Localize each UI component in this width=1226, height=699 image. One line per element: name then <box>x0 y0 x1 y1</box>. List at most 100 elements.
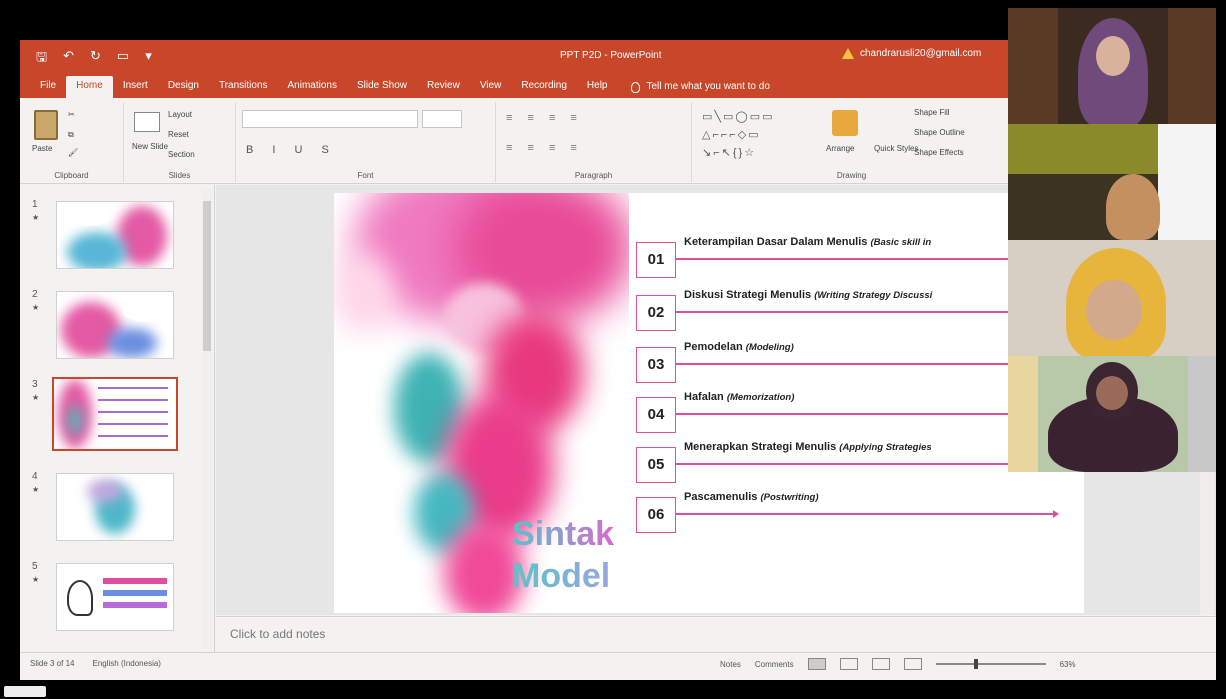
paragraph-group: ≡ ≡ ≡ ≡ ≡ ≡ ≡ ≡ Paragraph <box>496 102 692 182</box>
layout-button[interactable]: Layout <box>168 110 192 119</box>
step-title: Keterampilan Dasar Dalam Menulis <box>684 236 868 248</box>
slide-heading: Sintak Model <box>512 513 614 597</box>
section-button[interactable]: Section <box>168 150 195 159</box>
font-size-box[interactable] <box>422 110 462 128</box>
shapes-gallery[interactable]: ▭╲▭◯▭▭ △⌐⌐⌐◇▭ ↘⌐↖{}☆ <box>702 108 820 164</box>
tab-home[interactable]: Home <box>66 76 113 98</box>
language-indicator[interactable]: English (Indonesia) <box>92 659 160 668</box>
tab-slide-show[interactable]: Slide Show <box>347 76 417 98</box>
step-text: Pemodelan (Modeling) <box>684 341 794 353</box>
paste-icon[interactable] <box>34 110 58 140</box>
tell-me-text[interactable]: Tell me what you want to do <box>646 77 769 97</box>
step-text: Keterampilan Dasar Dalam Menulis (Basic … <box>684 236 931 248</box>
tab-review[interactable]: Review <box>417 76 470 98</box>
redo-icon[interactable]: ↻ <box>90 48 101 70</box>
slide-thumbnail-4[interactable] <box>56 473 174 541</box>
slide-thumbnail-5[interactable] <box>56 563 174 631</box>
step-title: Pascamenulis <box>684 491 758 503</box>
current-slide[interactable]: Sintak Model 01 Keterampilan Dasar Dalam … <box>334 193 1084 613</box>
slide-sorter-icon[interactable] <box>839 658 858 670</box>
align-buttons[interactable]: ≡ ≡ ≡ ≡ <box>506 142 583 154</box>
scroll-thumb[interactable] <box>203 201 211 351</box>
zoom-slider[interactable] <box>935 659 1046 669</box>
video-tile-4[interactable] <box>1008 356 1216 472</box>
step-item[interactable]: 06 Pascamenulis (Postwriting) <box>636 491 1084 533</box>
slide-thumbnail-2[interactable] <box>56 291 174 359</box>
step-translation: (Basic skill in <box>870 237 932 248</box>
undo-icon[interactable]: ↶ <box>63 48 74 70</box>
step-connector-line <box>676 410 1059 418</box>
screen: 🖫 ↶ ↻ ▭ ▾ PPT P2D - PowerPoint chandraru… <box>0 0 1226 699</box>
step-number: 03 <box>636 347 676 383</box>
video-tile-3[interactable] <box>1008 240 1216 356</box>
video-tile-2[interactable] <box>1008 124 1216 240</box>
step-connector-line <box>676 510 1059 518</box>
notes-pane[interactable]: Click to add notes <box>216 616 1216 650</box>
normal-view-icon[interactable] <box>807 658 826 670</box>
thumb-number: 5 <box>32 561 38 572</box>
step-title: Menerapkan Strategi Menulis <box>684 441 837 453</box>
shape-outline-button[interactable]: Shape Outline <box>914 128 965 137</box>
customize-qat-icon[interactable]: ▾ <box>145 48 152 70</box>
thumbnails-scrollbar[interactable] <box>202 189 212 649</box>
arrange-button[interactable]: Arrange <box>826 144 854 153</box>
step-connector-line <box>676 360 1059 368</box>
reset-button[interactable]: Reset <box>168 130 189 139</box>
list-buttons[interactable]: ≡ ≡ ≡ ≡ <box>506 112 583 124</box>
tab-transitions[interactable]: Transitions <box>209 76 278 98</box>
notes-placeholder[interactable]: Click to add notes <box>230 627 325 641</box>
tab-view[interactable]: View <box>470 76 512 98</box>
account-area[interactable]: chandrarusli20@gmail.com <box>842 48 981 59</box>
slideshow-view-icon[interactable] <box>903 658 922 670</box>
step-translation: (Memorization) <box>726 392 795 403</box>
tab-help[interactable]: Help <box>577 76 618 98</box>
slide-thumbnail-3[interactable] <box>52 377 178 451</box>
save-icon[interactable]: 🖫 <box>36 48 47 70</box>
tab-animations[interactable]: Animations <box>278 76 347 98</box>
reading-view-icon[interactable] <box>871 658 890 670</box>
notes-toggle[interactable]: Notes <box>720 660 741 669</box>
cut-icon[interactable]: ✂ <box>68 110 75 119</box>
clipboard-group: Paste ✂ ⧉ 🖌 Clipboard <box>20 102 124 182</box>
tab-design[interactable]: Design <box>158 76 209 98</box>
new-slide-button[interactable]: New Slide <box>132 142 168 151</box>
font-name-box[interactable] <box>242 110 418 128</box>
start-presentation-icon[interactable]: ▭ <box>117 48 129 70</box>
paste-button-label[interactable]: Paste <box>32 144 52 153</box>
step-text: Hafalan (Memorization) <box>684 391 794 403</box>
arrange-icon[interactable] <box>832 110 858 136</box>
step-number: 06 <box>636 497 676 533</box>
tell-me-search[interactable]: Tell me what you want to do <box>631 76 770 98</box>
warning-icon <box>842 48 854 59</box>
quick-styles-button[interactable]: Quick Styles <box>874 144 918 153</box>
format-painter-icon[interactable]: 🖌 <box>68 148 78 157</box>
new-slide-icon[interactable] <box>134 112 160 132</box>
video-tile-1[interactable] <box>1008 8 1216 124</box>
slide-count: Slide 3 of 14 <box>30 659 75 668</box>
tab-insert[interactable]: Insert <box>113 76 158 98</box>
status-bar: Slide 3 of 14 English (Indonesia) Notes … <box>20 652 1216 674</box>
step-text: Pascamenulis (Postwriting) <box>684 491 819 503</box>
copy-icon[interactable]: ⧉ <box>68 130 74 140</box>
animation-star-icon: ★ <box>32 393 40 402</box>
tab-recording[interactable]: Recording <box>511 76 577 98</box>
shape-effects-button[interactable]: Shape Effects <box>914 148 964 157</box>
animation-star-icon: ★ <box>32 303 40 312</box>
slide-thumbnail-1[interactable] <box>56 201 174 269</box>
zoom-level[interactable]: 63% <box>1060 660 1076 669</box>
tab-file[interactable]: File <box>30 76 66 98</box>
smoke-art-image: Sintak Model <box>334 193 629 613</box>
step-number: 02 <box>636 295 676 331</box>
font-format-buttons[interactable]: B I U S <box>246 144 337 156</box>
font-group-label: Font <box>357 171 374 180</box>
account-email[interactable]: chandrarusli20@gmail.com <box>860 48 981 59</box>
bottom-corner-icon <box>4 686 46 697</box>
step-connector-line <box>676 308 1059 316</box>
zoom-slider-knob[interactable] <box>973 659 978 669</box>
lightbulb-icon <box>631 81 641 93</box>
comments-toggle[interactable]: Comments <box>755 660 794 669</box>
step-translation: (Modeling) <box>745 342 794 353</box>
drawing-group: ▭╲▭◯▭▭ △⌐⌐⌐◇▭ ↘⌐↖{}☆ Arrange Quick Styles … <box>692 102 1012 182</box>
shape-fill-button[interactable]: Shape Fill <box>914 108 950 117</box>
step-title: Diskusi Strategi Menulis <box>684 289 812 301</box>
